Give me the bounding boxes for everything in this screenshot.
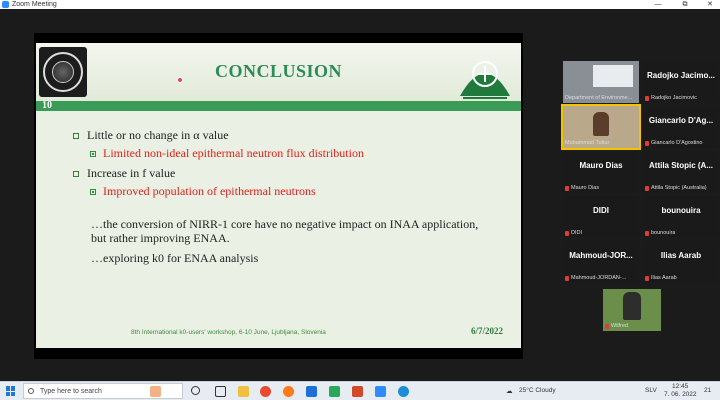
firefox-icon[interactable] <box>283 386 294 397</box>
participant-label: Ilias Aarab <box>651 275 677 281</box>
bullet-square-icon <box>73 132 79 139</box>
filled-square-icon <box>90 188 96 195</box>
excel-icon[interactable] <box>329 386 340 397</box>
participant-name: Giancarlo D'Ag... <box>648 116 714 125</box>
participant-tile[interactable]: DIDI DIDI <box>563 196 639 238</box>
slide-band: 10 <box>36 100 521 111</box>
muted-mic-icon <box>645 140 649 146</box>
language-indicator[interactable]: SLV <box>645 387 657 394</box>
muted-mic-icon <box>645 185 649 191</box>
participant-tile[interactable]: Attila Stopic (A... Attila Stopic (Austr… <box>643 151 719 193</box>
participant-name: Mauro Dias <box>579 161 623 170</box>
participant-label: Department of Environme... <box>565 95 633 101</box>
task-view-icon[interactable] <box>191 386 200 395</box>
outlook-icon[interactable] <box>306 386 317 397</box>
presentation-slide: CONCLUSION 10 Little or no change in α v… <box>36 43 521 348</box>
participant-label: Attila Stopic (Australia) <box>651 185 707 191</box>
participant-label: Giancarlo D'Agostino <box>651 140 703 146</box>
pointer-cursor <box>177 77 183 83</box>
bullet-square-icon <box>73 170 79 177</box>
close-button[interactable]: ✕ <box>698 0 720 9</box>
participant-tile[interactable]: Ilias Aarab Ilias Aarab <box>643 241 719 283</box>
participant-name: DIDI <box>593 206 609 215</box>
slide-footer: 8th International k0-users' workshop, 6-… <box>131 329 326 336</box>
participant-tile[interactable]: Mauro Dias Mauro Dias <box>563 151 639 193</box>
participant-label: Radojko Jacimovic <box>651 95 697 101</box>
bullet-text: Little or no change in α value <box>87 128 229 142</box>
slide-title: CONCLUSION <box>214 61 343 81</box>
search-placeholder: Type here to search <box>40 387 102 395</box>
file-explorer-icon[interactable] <box>238 386 249 397</box>
participant-tile[interactable]: Radojko Jacimo... Radojko Jacimovic <box>643 61 719 103</box>
zoom-taskbar-icon[interactable] <box>375 386 386 397</box>
weather-status[interactable]: 25°C Cloudy <box>519 387 556 394</box>
filled-square-icon <box>90 150 96 157</box>
window-titlebar: Zoom Meeting — ⧉ ✕ <box>0 0 720 9</box>
windows-start-icon[interactable] <box>6 386 16 396</box>
clock-time[interactable]: 12:45 <box>672 383 688 390</box>
conclusion-paragraph: …the conversion of NIRR-1 core have no n… <box>91 217 479 245</box>
bullet-text: Increase in f value <box>87 166 176 180</box>
muted-mic-icon <box>645 230 649 236</box>
restore-button[interactable]: ⧉ <box>673 0 697 9</box>
participant-tile[interactable]: Mahmoud-JOR... Mahmoud-JORDAN-... <box>563 241 639 283</box>
sub-bullet-text: Improved population of epithermal neutro… <box>103 184 316 198</box>
participant-name: bounouira <box>661 206 701 215</box>
muted-mic-icon <box>565 230 569 236</box>
participant-tile[interactable]: Wilfred <box>603 289 661 331</box>
participant-label: Mauro Dias <box>571 185 600 191</box>
slide-date: 6/7/2022 <box>470 326 503 336</box>
sub-bullet-alpha: Limited non-ideal epithermal neutron flu… <box>90 146 364 161</box>
muted-mic-icon <box>565 275 569 281</box>
participant-tile-active-speaker[interactable]: Muhammad Tukur <box>561 104 641 150</box>
bullet-alpha: Little or no change in α value <box>73 128 229 143</box>
clock-date[interactable]: 7. 06. 2022 <box>664 391 697 398</box>
windows-taskbar: Type here to search ☁ 25°C Cloudy SLV 12… <box>0 381 720 400</box>
participant-label: DIDI <box>571 230 582 236</box>
slide-number: 10 <box>42 100 52 111</box>
participant-tile[interactable]: Department of Environme... <box>563 61 639 103</box>
participant-name: Radojko Jacimo... <box>646 71 716 80</box>
multitask-icon[interactable] <box>215 386 226 397</box>
participant-tile[interactable]: bounouira bounouira <box>643 196 719 238</box>
participant-tile[interactable]: Giancarlo D'Ag... Giancarlo D'Agostino <box>643 106 719 148</box>
shared-screen: CONCLUSION 10 Little or no change in α v… <box>34 33 523 359</box>
notification-count[interactable]: 21 <box>704 387 711 394</box>
meeting-stage: CONCLUSION 10 Little or no change in α v… <box>0 9 720 381</box>
muted-mic-icon <box>645 275 649 281</box>
window-title: Zoom Meeting <box>12 1 57 8</box>
participant-label: Wilfred <box>611 323 629 329</box>
weather-icon[interactable]: ☁ <box>506 387 513 395</box>
chrome-icon[interactable] <box>260 386 271 397</box>
edge-icon[interactable] <box>398 386 409 397</box>
muted-mic-icon <box>605 323 609 329</box>
participant-name: Attila Stopic (A... <box>649 161 713 170</box>
participant-name: Mahmoud-JOR... <box>569 251 633 260</box>
sub-bullet-text: Limited non-ideal epithermal neutron flu… <box>103 146 364 160</box>
muted-mic-icon <box>565 185 569 191</box>
search-icon <box>28 388 34 394</box>
flowers-decoration-icon <box>150 386 161 397</box>
bullet-f: Increase in f value <box>73 166 175 181</box>
participant-name: Ilias Aarab <box>660 251 702 260</box>
participant-label: Mahmoud-JORDAN-... <box>571 275 627 281</box>
muted-mic-icon <box>645 95 649 101</box>
minimize-button[interactable]: — <box>646 0 670 9</box>
zoom-app-icon <box>2 1 9 8</box>
sub-bullet-f: Improved population of epithermal neutro… <box>90 184 316 199</box>
powerpoint-icon[interactable] <box>352 386 363 397</box>
exploring-paragraph: …exploring k0 for ENAA analysis <box>91 251 259 265</box>
participant-label: bounouira <box>651 230 676 236</box>
participant-label: Muhammad Tukur <box>565 140 610 146</box>
